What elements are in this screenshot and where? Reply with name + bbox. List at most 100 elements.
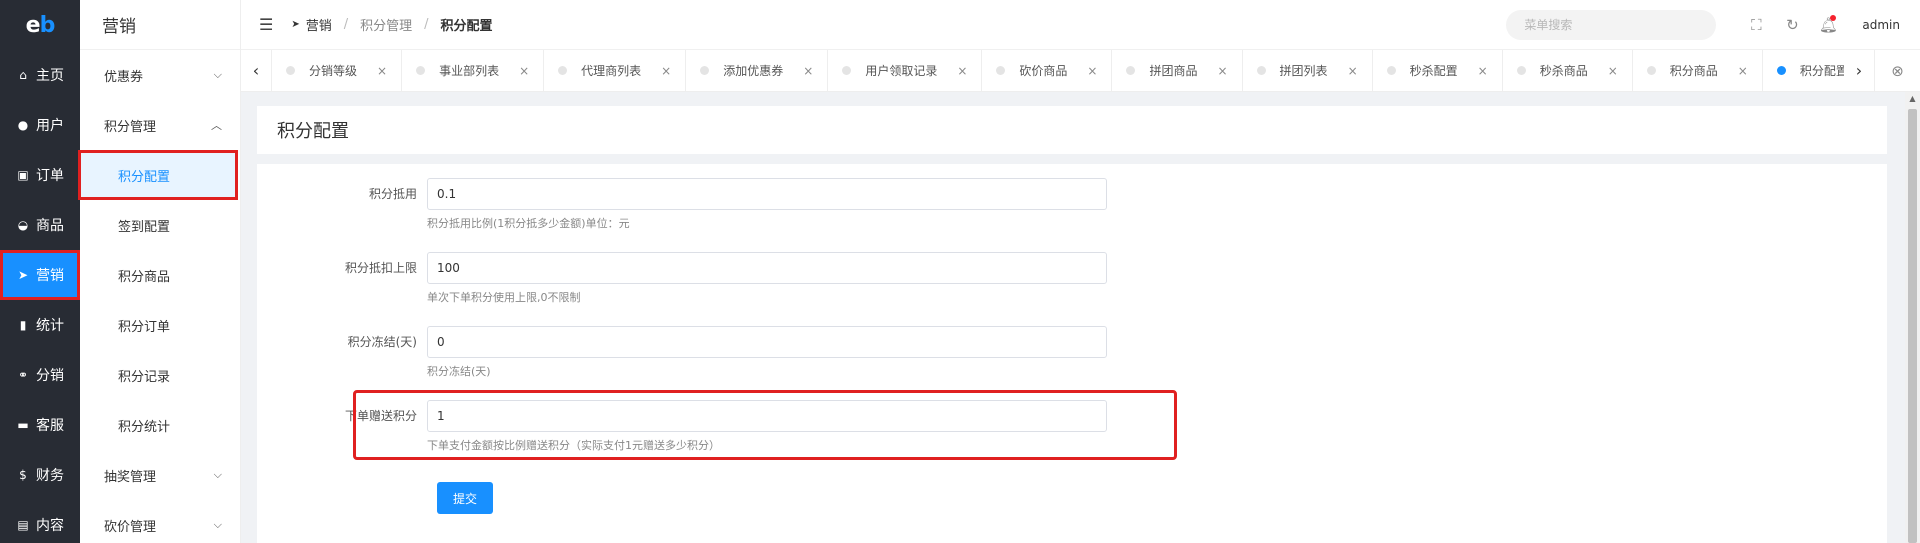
form-input[interactable] [427, 400, 1107, 432]
tab-item[interactable]: 秒杀商品 × [1501, 49, 1632, 92]
send-icon: ➤ [291, 19, 300, 30]
home-icon: ⌂ [19, 68, 27, 82]
close-icon[interactable]: × [1608, 64, 1618, 78]
tab-item[interactable]: 秒杀配置 × [1371, 49, 1502, 92]
menu-collapse-icon[interactable]: ☰ [259, 15, 273, 34]
rail-item-4[interactable]: ➤ 营销 [0, 250, 80, 300]
user-menu[interactable]: admin [1862, 18, 1900, 32]
submenu-coupon[interactable]: 优惠券 ⌵ [80, 50, 240, 100]
tab-label: 秒杀配置 [1409, 64, 1458, 78]
breadcrumb-item-marketing[interactable]: 营销 [306, 15, 332, 34]
close-all-tabs-icon[interactable]: ⊗ [1874, 49, 1920, 92]
form-field: 积分冻结(天) [427, 326, 1107, 400]
form-input[interactable] [427, 178, 1107, 210]
tab-status-dot [1126, 66, 1136, 75]
tab-item[interactable]: 添加优惠券 × [685, 49, 827, 92]
chevron-down-icon: ⌵ [213, 68, 222, 81]
tab-status-dot [1776, 66, 1786, 75]
refresh-icon[interactable]: ↻ [1782, 15, 1802, 35]
tab-item[interactable]: 积分商品 × [1631, 49, 1762, 92]
form-label: 积分冻结(天) [347, 335, 417, 349]
scroll-up-icon[interactable]: ▲ [1905, 92, 1920, 106]
tabs-scroll-left-icon[interactable]: ‹ [241, 50, 271, 92]
form-help-text: 单次下单积分使用上限,0不限制 [427, 291, 581, 304]
tab-status-dot [1386, 66, 1396, 75]
vertical-scrollbar[interactable]: ▲ [1905, 92, 1920, 543]
submenu-bargain-label: 砍价管理 [104, 519, 157, 535]
bell-icon[interactable]: 🔔︎ [1818, 15, 1838, 35]
tab-item[interactable]: 代理商列表 × [543, 49, 685, 92]
submenu-points-item-5[interactable]: 积分统计 [80, 400, 240, 450]
rail-item-1[interactable]: ● 用户 [0, 100, 80, 150]
close-icon[interactable]: × [377, 64, 387, 78]
page-title: 积分配置 [257, 106, 1887, 154]
submenu-lottery[interactable]: 抽奖管理 ⌵ [80, 450, 240, 500]
tab-item[interactable]: 砍价商品 × [981, 49, 1111, 92]
submenu-points[interactable]: 积分管理 ︿ [80, 100, 240, 150]
tab-label: 分销等级 [309, 64, 358, 78]
rail-item-label: 财务 [36, 468, 64, 484]
rail-item-8[interactable]: $ 财务 [0, 450, 80, 500]
rail-item-3[interactable]: ◒ 商品 [0, 200, 80, 250]
tab-label: 积分配置 [1799, 64, 1844, 78]
rail-item-7[interactable]: ▬ 客服 [0, 400, 80, 450]
breadcrumb-separator: / [343, 17, 349, 32]
tab-label: 秒杀商品 [1539, 64, 1588, 78]
tab-label: 积分商品 [1669, 64, 1718, 78]
bar-chart-icon: ▮ [19, 318, 27, 332]
tab-item[interactable]: 拼团列表 × [1241, 49, 1372, 92]
tab-item[interactable]: 事业部列表 × [401, 49, 543, 92]
submenu-coupon-label: 优惠券 [104, 69, 144, 85]
submenu-bargain[interactable]: 砍价管理 ⌵ [80, 500, 240, 543]
rail-item-6[interactable]: ⚭ 分销 [0, 350, 80, 400]
tab-item[interactable]: 分销等级 × [271, 49, 401, 92]
tabs-scroll-right-icon[interactable]: › [1844, 50, 1874, 92]
rail-item-0[interactable]: ⌂ 主页 [0, 50, 80, 100]
book-icon: ▤ [17, 518, 29, 532]
form-input[interactable] [427, 252, 1107, 284]
breadcrumb-item-points[interactable]: 积分管理 [360, 15, 412, 34]
app-logo[interactable]: eb [0, 0, 80, 50]
close-icon[interactable]: × [803, 64, 813, 78]
tab-label: 用户领取记录 [865, 64, 938, 78]
tab-status-dot [1256, 66, 1266, 75]
tab-item[interactable]: 拼团商品 × [1111, 49, 1241, 92]
close-icon[interactable]: × [1738, 64, 1748, 78]
rail-item-2[interactable]: ▣ 订单 [0, 150, 80, 200]
tab-item[interactable]: 用户领取记录 × [827, 49, 981, 92]
rail-item-9[interactable]: ▤ 内容 [0, 500, 80, 543]
submenu-points-item-0[interactable]: 积分配置 [78, 150, 238, 200]
scrollbar-thumb[interactable] [1908, 109, 1917, 543]
submenu-points-item-3[interactable]: 积分订单 [80, 300, 240, 350]
fullscreen-icon[interactable]: ⛶ [1746, 15, 1766, 35]
submenu-points-item-4[interactable]: 积分记录 [80, 350, 240, 400]
close-icon[interactable]: × [519, 64, 529, 78]
breadcrumb: ➤ 营销 / 积分管理 / 积分配置 [291, 15, 492, 34]
submenu-points-item-2[interactable]: 积分商品 [80, 250, 240, 300]
form-field: 积分抵用比例(1积分抵多少金额)单位：元 [427, 178, 1107, 252]
close-icon[interactable]: × [1348, 64, 1358, 78]
submenu-lottery-label: 抽奖管理 [104, 469, 157, 485]
basket-icon: ◒ [17, 218, 29, 232]
close-icon[interactable]: × [1087, 64, 1097, 78]
tab-item[interactable]: 积分配置 [1761, 49, 1844, 92]
rail-item-label: 分销 [36, 368, 64, 384]
close-icon[interactable]: × [957, 64, 967, 78]
form-help-text: 积分冻结(天) [427, 365, 491, 378]
notification-dot [1830, 15, 1837, 21]
submenu-points-item-1[interactable]: 签到配置 [80, 200, 240, 250]
form-input[interactable] [427, 326, 1107, 358]
submit-button[interactable]: 提交 [437, 482, 493, 514]
close-icon[interactable]: × [661, 64, 671, 78]
submenu-points-label: 积分管理 [104, 119, 157, 135]
rail-item-5[interactable]: ▮ 统计 [0, 300, 80, 350]
logo-letter-e: e [25, 12, 41, 38]
close-icon[interactable]: × [1478, 64, 1488, 78]
menu-search-input[interactable] [1506, 10, 1717, 40]
close-icon[interactable]: × [1217, 64, 1227, 78]
sub-sidebar-title: 营销 [80, 0, 240, 50]
handshake-icon: ⚭ [17, 368, 29, 382]
rail-item-label: 内容 [36, 518, 64, 534]
dollar-icon: $ [19, 468, 27, 482]
chat-icon: ▬ [17, 418, 29, 432]
